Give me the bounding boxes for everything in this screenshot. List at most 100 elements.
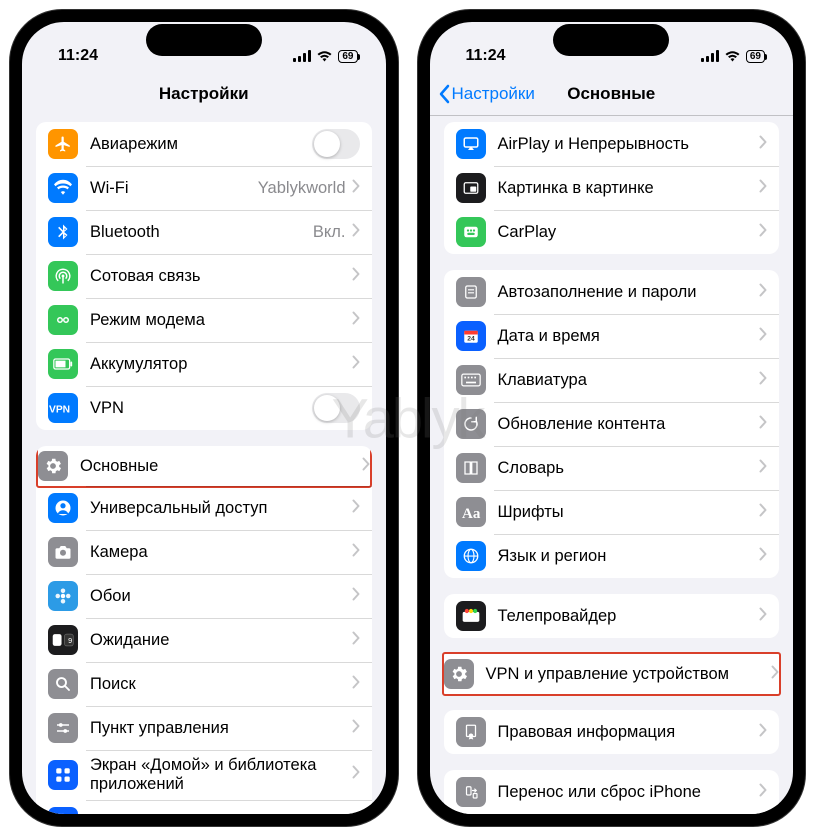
chevron-right-icon: [759, 547, 767, 566]
row-control[interactable]: Пункт управления: [36, 706, 372, 750]
status-time: 11:24: [466, 47, 506, 65]
calendar-icon: 24: [456, 321, 486, 351]
row-label: Экран и яркость: [90, 812, 352, 814]
camera-icon: [48, 537, 78, 567]
back-button[interactable]: Настройки: [438, 72, 535, 115]
row-pip[interactable]: Картинка в картинке: [444, 166, 780, 210]
row-label: Авиарежим: [90, 135, 312, 154]
globe-icon: [456, 541, 486, 571]
row-cellular[interactable]: Сотовая связь: [36, 254, 372, 298]
row-wallpaper[interactable]: Обои: [36, 574, 372, 618]
svg-text:VPN: VPN: [49, 405, 70, 416]
chevron-right-icon: [352, 355, 360, 374]
chevron-right-icon: [759, 783, 767, 802]
row-bgrefresh[interactable]: Обновление контента: [444, 402, 780, 446]
refresh-icon: [456, 409, 486, 439]
chevron-right-icon: [352, 719, 360, 738]
row-datetime[interactable]: 24 Дата и время: [444, 314, 780, 358]
row-hotspot[interactable]: Режим модема: [36, 298, 372, 342]
vpn-icon: VPN: [48, 393, 78, 423]
cert-icon: [456, 717, 486, 747]
keyboard-icon: [456, 365, 486, 395]
row-general[interactable]: Основные: [36, 446, 372, 488]
chevron-right-icon: [759, 223, 767, 242]
chevron-right-icon: [771, 665, 779, 684]
row-airplay[interactable]: AirPlay и Непрерывность: [444, 122, 780, 166]
row-label: Пункт управления: [90, 719, 352, 738]
row-carplay[interactable]: CarPlay: [444, 210, 780, 254]
status-time: 11:24: [58, 47, 98, 65]
row-keyboard[interactable]: Клавиатура: [444, 358, 780, 402]
dynamic-island: [553, 24, 669, 56]
row-camera[interactable]: Камера: [36, 530, 372, 574]
sliders-icon: [48, 713, 78, 743]
chevron-right-icon: [352, 765, 360, 784]
row-wifi[interactable]: Wi-FiYablykworld: [36, 166, 372, 210]
row-standby[interactable]: 9 Ожидание: [36, 618, 372, 662]
hotspot-icon: [48, 305, 78, 335]
row-label: Клавиатура: [498, 371, 760, 390]
grid-icon: [48, 760, 78, 790]
chevron-right-icon: [759, 503, 767, 522]
nav-bar: Настройки Основные: [430, 72, 794, 116]
phone-right: 11:24 69 Настройки Основные AirPlay и Не…: [418, 10, 806, 826]
row-battery[interactable]: Аккумулятор: [36, 342, 372, 386]
row-label: Экран «Домой» и библиотека приложений: [90, 756, 352, 794]
row-display[interactable]: Экран и яркость: [36, 800, 372, 814]
row-tvprovider[interactable]: Телепровайдер: [444, 594, 780, 638]
row-accessibility[interactable]: Универсальный доступ: [36, 486, 372, 530]
row-legal[interactable]: Правовая информация: [444, 710, 780, 754]
chevron-right-icon: [352, 631, 360, 650]
reset-icon: [456, 777, 486, 807]
row-vpn[interactable]: VPNVPN: [36, 386, 372, 430]
row-label: CarPlay: [498, 223, 760, 242]
row-transfer[interactable]: Перенос или сброс iPhone: [444, 770, 780, 814]
svg-text:9: 9: [68, 636, 72, 645]
chevron-right-icon: [759, 327, 767, 346]
row-vpn-device[interactable]: VPN и управление устройством: [442, 652, 782, 696]
row-label: Основные: [80, 457, 362, 476]
row-label: Ожидание: [90, 631, 352, 650]
airplay-icon: [456, 129, 486, 159]
row-home[interactable]: Экран «Домой» и библиотека приложений: [36, 750, 372, 800]
row-fonts[interactable]: AaШрифты: [444, 490, 780, 534]
book-icon: [456, 453, 486, 483]
row-language[interactable]: Язык и регион: [444, 534, 780, 578]
wifi-icon: [724, 50, 741, 62]
chevron-right-icon: [352, 675, 360, 694]
row-value: Yablykworld: [258, 179, 346, 198]
chevron-right-icon: [759, 179, 767, 198]
chevron-left-icon: [438, 84, 450, 104]
cellular-icon: [293, 50, 311, 62]
chevron-right-icon: [759, 135, 767, 154]
row-autofill[interactable]: Автозаполнение и пароли: [444, 270, 780, 314]
dynamic-island: [146, 24, 262, 56]
row-label: Дата и время: [498, 327, 760, 346]
row-label: Язык и регион: [498, 547, 760, 566]
gear-icon: [38, 451, 68, 481]
toggle-switch[interactable]: [312, 393, 360, 423]
row-airplane[interactable]: Авиарежим: [36, 122, 372, 166]
row-label: Обои: [90, 587, 352, 606]
row-label: Перенос или сброс iPhone: [498, 783, 760, 802]
chevron-right-icon: [759, 459, 767, 478]
row-label: Аккумулятор: [90, 355, 352, 374]
row-label: Картинка в картинке: [498, 179, 760, 198]
phone-left: 11:24 69 Настройки АвиарежимWi-FiYablykw…: [10, 10, 398, 826]
row-label: VPN и управление устройством: [486, 665, 772, 684]
status-icons: 69: [293, 50, 357, 63]
general-list: AirPlay и Непрерывность Картинка в картин…: [430, 116, 794, 814]
settings-list: Авиарежим Wi-FiYablykworldBluetoothВкл. Со…: [22, 116, 386, 814]
row-label: Сотовая связь: [90, 267, 352, 286]
chevron-right-icon: [759, 283, 767, 302]
chevron-right-icon: [352, 267, 360, 286]
toggle-switch[interactable]: [312, 129, 360, 159]
row-dictionary[interactable]: Словарь: [444, 446, 780, 490]
nav-title: Основные: [567, 84, 655, 104]
row-search[interactable]: Поиск: [36, 662, 372, 706]
fonts-icon: Aa: [456, 497, 486, 527]
row-bluetooth[interactable]: BluetoothВкл.: [36, 210, 372, 254]
svg-text:24: 24: [467, 336, 475, 343]
person-icon: [48, 493, 78, 523]
row-label: Bluetooth: [90, 223, 313, 242]
